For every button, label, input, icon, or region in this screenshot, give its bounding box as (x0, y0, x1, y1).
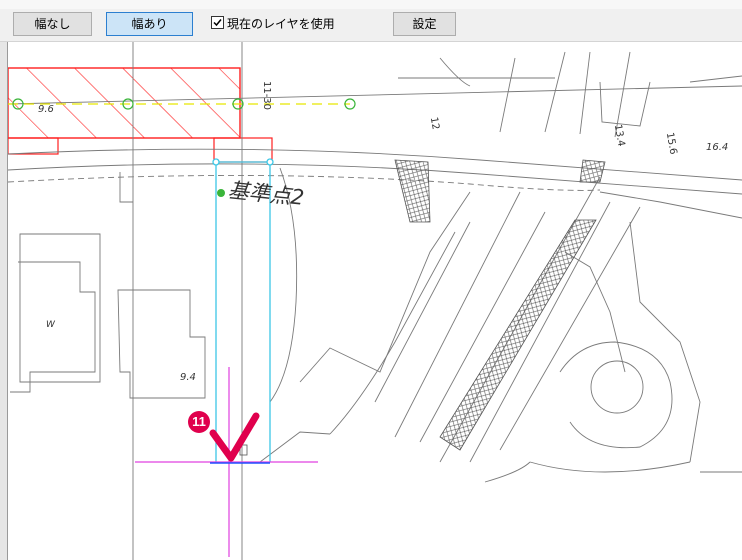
median-strip (579, 159, 606, 183)
benchmark-point[interactable] (217, 189, 225, 197)
median-strip (394, 159, 431, 223)
step-badge: 11 (188, 411, 210, 433)
width-on-button[interactable]: 幅あり (106, 12, 193, 36)
use-current-layer-label: 現在のレイヤを使用 (227, 17, 335, 31)
lot-number-label: 16.4 (706, 142, 729, 153)
checkbox-checked-icon[interactable] (211, 16, 224, 29)
hatched-area (7, 67, 273, 163)
use-current-layer-checkbox[interactable]: 現在のレイヤを使用 (211, 14, 335, 34)
cursor-crosshair (135, 367, 318, 557)
toolbar: 幅なし 幅あり 現在のレイヤを使用 設定 (0, 0, 742, 42)
map-mark-label: W (46, 320, 55, 330)
canvas-left-bar (0, 42, 8, 560)
check-mark-icon (209, 412, 260, 462)
lot-number-label: 11-30 (261, 80, 273, 111)
lot-number-label: 12 (427, 116, 441, 131)
drawing-canvas[interactable]: 基準点2 9.6 9.4 11-30 12 13.4 15.6 16.4 W 1… (0, 42, 742, 560)
median-strip (439, 219, 597, 451)
elevation-label: 9.4 (180, 372, 196, 383)
elevation-label: 9.6 (38, 104, 54, 115)
title-strip (0, 0, 742, 9)
width-none-button[interactable]: 幅なし (13, 12, 92, 36)
settings-button[interactable]: 設定 (393, 12, 456, 36)
map-drawing (7, 42, 742, 560)
